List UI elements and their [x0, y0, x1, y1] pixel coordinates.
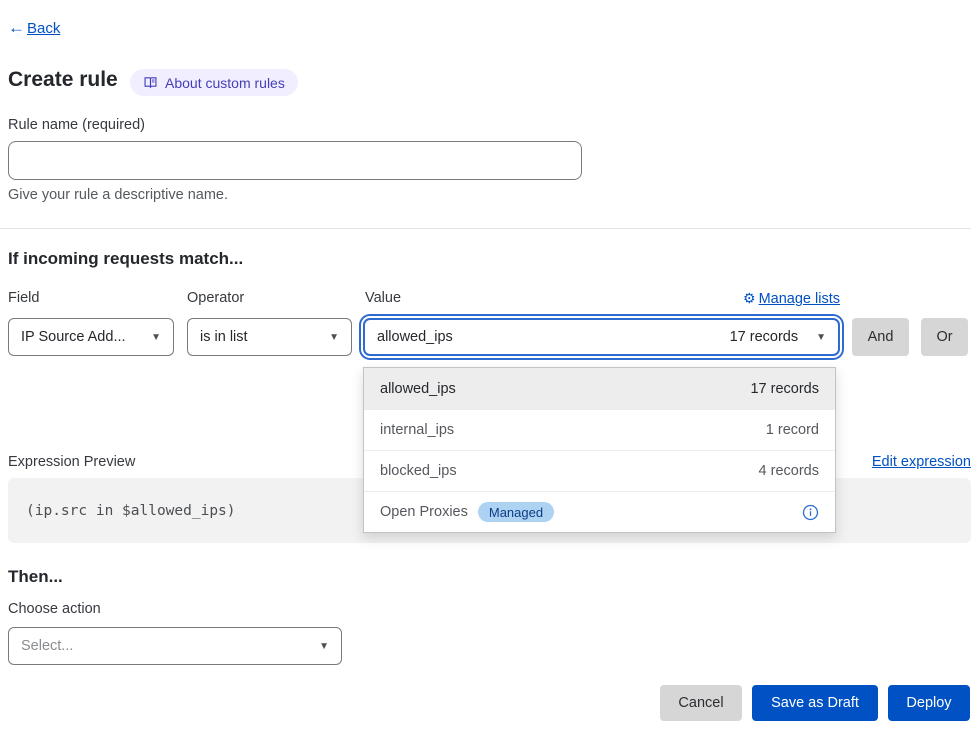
list-record-count: 4 records — [759, 463, 819, 479]
chevron-down-icon: ▼ — [329, 332, 339, 343]
page-title: Create rule — [8, 68, 118, 92]
section-divider — [0, 228, 971, 229]
list-name: blocked_ips — [380, 463, 457, 479]
rule-name-label: Rule name (required) — [8, 117, 145, 133]
list-item-internal-ips[interactable]: internal_ips 1 record — [364, 409, 835, 450]
chevron-down-icon: ▼ — [319, 641, 329, 652]
value-combobox[interactable]: allowed_ips 17 records ▼ — [363, 318, 840, 356]
list-name: internal_ips — [380, 422, 454, 438]
about-custom-rules-link[interactable]: About custom rules — [130, 69, 298, 96]
list-item-allowed-ips[interactable]: allowed_ips 17 records — [364, 368, 835, 409]
operator-label: Operator — [187, 290, 244, 306]
book-icon — [143, 75, 158, 90]
rule-name-input[interactable] — [8, 141, 582, 180]
field-select[interactable]: IP Source Add... ▼ — [8, 318, 174, 356]
choose-action-label: Choose action — [8, 601, 101, 617]
edit-expression-link[interactable]: Edit expression — [861, 454, 971, 470]
then-section-heading: Then... — [8, 567, 63, 587]
match-section-heading: If incoming requests match... — [8, 249, 243, 269]
value-combobox-text: allowed_ips — [377, 329, 453, 345]
list-record-count: 1 record — [766, 422, 819, 438]
list-name: allowed_ips — [380, 381, 456, 397]
expression-preview-label: Expression Preview — [8, 454, 135, 470]
gear-icon: ⚙ — [743, 290, 756, 306]
manage-lists-link[interactable]: ⚙Manage lists — [730, 290, 840, 307]
list-name: Open Proxies — [380, 504, 468, 520]
rule-name-helper-text: Give your rule a descriptive name. — [8, 187, 228, 203]
chevron-down-icon: ▼ — [151, 332, 161, 343]
operator-select-value: is in list — [200, 329, 248, 345]
field-select-value: IP Source Add... — [21, 329, 126, 345]
and-button[interactable]: And — [852, 318, 909, 356]
list-item-open-proxies[interactable]: Open Proxies Managed — [364, 491, 835, 532]
value-records-count: 17 records — [730, 329, 799, 345]
back-label: Back — [27, 20, 60, 37]
field-label: Field — [8, 290, 39, 306]
action-select-placeholder: Select... — [21, 638, 73, 654]
chevron-down-icon[interactable]: ▼ — [816, 332, 826, 343]
deploy-button[interactable]: Deploy — [888, 685, 970, 721]
managed-badge: Managed — [478, 502, 554, 522]
action-select[interactable]: Select... ▼ — [8, 627, 342, 665]
value-label: Value — [365, 290, 401, 306]
list-record-count: 17 records — [750, 381, 819, 397]
back-arrow-icon: ← — [8, 18, 25, 38]
manage-lists-label: Manage lists — [759, 291, 840, 307]
info-icon[interactable] — [802, 504, 819, 521]
lists-dropdown-panel: allowed_ips 17 records internal_ips 1 re… — [363, 367, 836, 533]
expression-code: (ip.src in $allowed_ips) — [26, 503, 236, 519]
create-rule-page: ←Back Create rule About custom rules Rul… — [0, 0, 979, 739]
back-link[interactable]: ←Back — [8, 18, 60, 38]
cancel-button[interactable]: Cancel — [660, 685, 742, 721]
list-item-blocked-ips[interactable]: blocked_ips 4 records — [364, 450, 835, 491]
about-badge-label: About custom rules — [165, 75, 285, 91]
operator-select[interactable]: is in list ▼ — [187, 318, 352, 356]
save-as-draft-button[interactable]: Save as Draft — [752, 685, 878, 721]
or-button[interactable]: Or — [921, 318, 968, 356]
